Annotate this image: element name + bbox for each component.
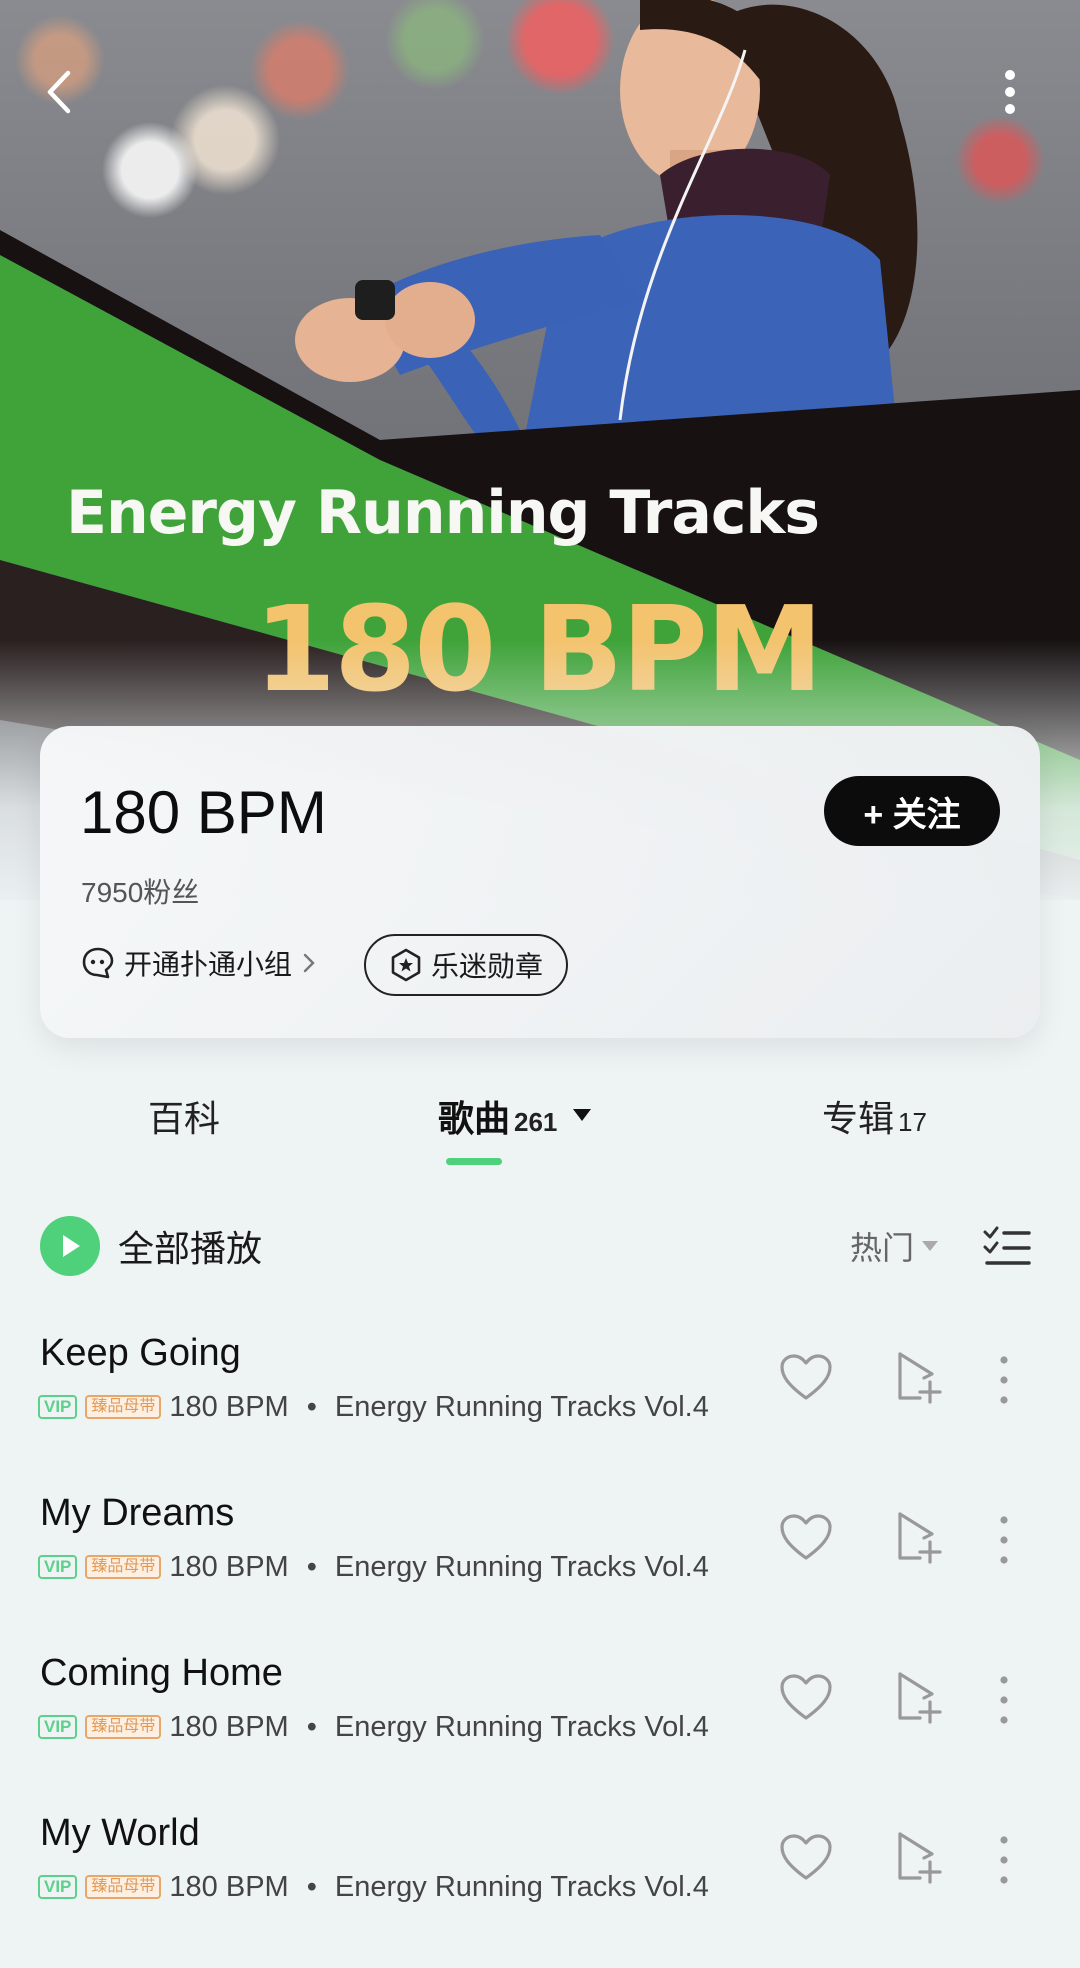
artist-name: 180 BPM: [80, 779, 327, 846]
play-all-label: 全部播放: [118, 1228, 263, 1269]
artist-page: Energy Running Tracks 180 BPM 180 BPM 79…: [0, 0, 1080, 1968]
song-meta: VIP 臻品母带 180 BPM • Energy Running Tracks…: [38, 1710, 709, 1744]
vip-tag: VIP: [38, 1715, 78, 1739]
song-title: My World: [40, 1812, 200, 1854]
vip-tag: VIP: [38, 1555, 78, 1579]
kebab-menu-icon[interactable]: [996, 1510, 1012, 1570]
sort-label: 热门: [850, 1230, 915, 1266]
song-artist: 180 BPM: [169, 1710, 289, 1743]
song-album: Energy Running Tracks Vol.4: [334, 1550, 709, 1583]
meta-separator: •: [306, 1390, 317, 1423]
play-all-button[interactable]: 全部播放: [40, 1216, 262, 1276]
add-to-playlist-icon[interactable]: [894, 1670, 944, 1726]
fan-badge-label: 乐迷勋章: [430, 951, 543, 982]
song-album: Energy Running Tracks Vol.4: [334, 1710, 709, 1743]
kebab-menu-icon: [1005, 70, 1015, 114]
checklist-icon: [983, 1226, 1031, 1265]
vip-tag: VIP: [38, 1395, 78, 1419]
master-quality-tag: 臻品母带: [85, 1715, 162, 1739]
master-quality-tag: 臻品母带: [85, 1875, 162, 1899]
fan-count: 7950粉丝: [81, 877, 200, 908]
song-row[interactable]: Keep Going VIP 臻品母带 180 BPM • Energy Run…: [0, 1332, 1080, 1492]
meta-separator: •: [306, 1870, 317, 1903]
back-button[interactable]: [30, 62, 90, 122]
active-tab-indicator: [446, 1158, 502, 1165]
song-row[interactable]: Coming Home VIP 臻品母带 180 BPM • Energy Ru…: [0, 1652, 1080, 1812]
multi-select-button[interactable]: [982, 1224, 1032, 1270]
tab-label: 歌曲: [438, 1098, 511, 1139]
open-group-label: 开通扑通小组: [124, 949, 293, 980]
song-meta: VIP 臻品母带 180 BPM • Energy Running Tracks…: [38, 1870, 709, 1904]
runner-figure: [295, 0, 918, 460]
tab-albums[interactable]: 专辑 17: [822, 1090, 927, 1140]
kebab-menu-icon[interactable]: [996, 1670, 1012, 1730]
song-row[interactable]: My Dreams VIP 臻品母带 180 BPM • Energy Runn…: [0, 1492, 1080, 1652]
master-quality-tag: 臻品母带: [85, 1555, 162, 1579]
add-to-playlist-icon[interactable]: [894, 1510, 944, 1566]
tab-label: 百科: [148, 1098, 221, 1139]
play-circle: [40, 1216, 100, 1276]
song-title: Keep Going: [40, 1332, 241, 1374]
heart-icon[interactable]: [778, 1352, 834, 1404]
tab-count: 17: [898, 1107, 927, 1137]
more-options-button[interactable]: [980, 62, 1040, 122]
song-title: Coming Home: [40, 1652, 283, 1694]
song-album: Energy Running Tracks Vol.4: [334, 1870, 709, 1903]
meta-separator: •: [306, 1550, 317, 1583]
chat-bubble-icon: [82, 947, 114, 979]
song-artist: 180 BPM: [169, 1390, 289, 1423]
vip-tag: VIP: [38, 1875, 78, 1899]
tab-label: 专辑: [822, 1098, 895, 1139]
song-artist: 180 BPM: [169, 1870, 289, 1903]
follow-button[interactable]: + 关注: [824, 776, 1000, 846]
kebab-menu-icon[interactable]: [996, 1350, 1012, 1410]
master-quality-tag: 臻品母带: [85, 1395, 162, 1419]
caret-down-icon: [922, 1241, 939, 1251]
chevron-left-icon: [47, 70, 71, 114]
open-group-link[interactable]: 开通扑通小组: [80, 940, 318, 986]
play-icon: [63, 1235, 80, 1257]
heart-icon[interactable]: [778, 1832, 834, 1884]
add-to-playlist-icon[interactable]: [894, 1830, 944, 1886]
fan-badge-button[interactable]: 乐迷勋章: [364, 934, 568, 996]
caret-down-icon[interactable]: [571, 1107, 593, 1123]
hero-title: Energy Running Tracks: [66, 478, 820, 548]
song-title: My Dreams: [40, 1492, 235, 1534]
add-to-playlist-icon[interactable]: [894, 1350, 944, 1406]
meta-separator: •: [306, 1710, 317, 1743]
song-artist: 180 BPM: [169, 1550, 289, 1583]
badge-star-icon: [391, 948, 421, 982]
song-row[interactable]: My World VIP 臻品母带 180 BPM • Energy Runni…: [0, 1812, 1080, 1968]
heart-icon[interactable]: [778, 1672, 834, 1724]
song-album: Energy Running Tracks Vol.4: [334, 1390, 709, 1423]
kebab-menu-icon[interactable]: [996, 1830, 1012, 1890]
chevron-right-icon: [303, 953, 315, 973]
tab-encyclopedia[interactable]: 百科: [148, 1090, 220, 1140]
sort-dropdown[interactable]: 热门: [850, 1222, 940, 1270]
tab-count: 261: [514, 1107, 558, 1137]
tab-songs[interactable]: 歌曲 261: [438, 1090, 593, 1140]
song-meta: VIP 臻品母带 180 BPM • Energy Running Tracks…: [38, 1550, 709, 1584]
song-meta: VIP 臻品母带 180 BPM • Energy Running Tracks…: [38, 1390, 709, 1424]
heart-icon[interactable]: [778, 1512, 834, 1564]
artist-info-card: 180 BPM 7950粉丝 + 关注 开通扑通小组 乐迷勋章: [40, 726, 1040, 1038]
